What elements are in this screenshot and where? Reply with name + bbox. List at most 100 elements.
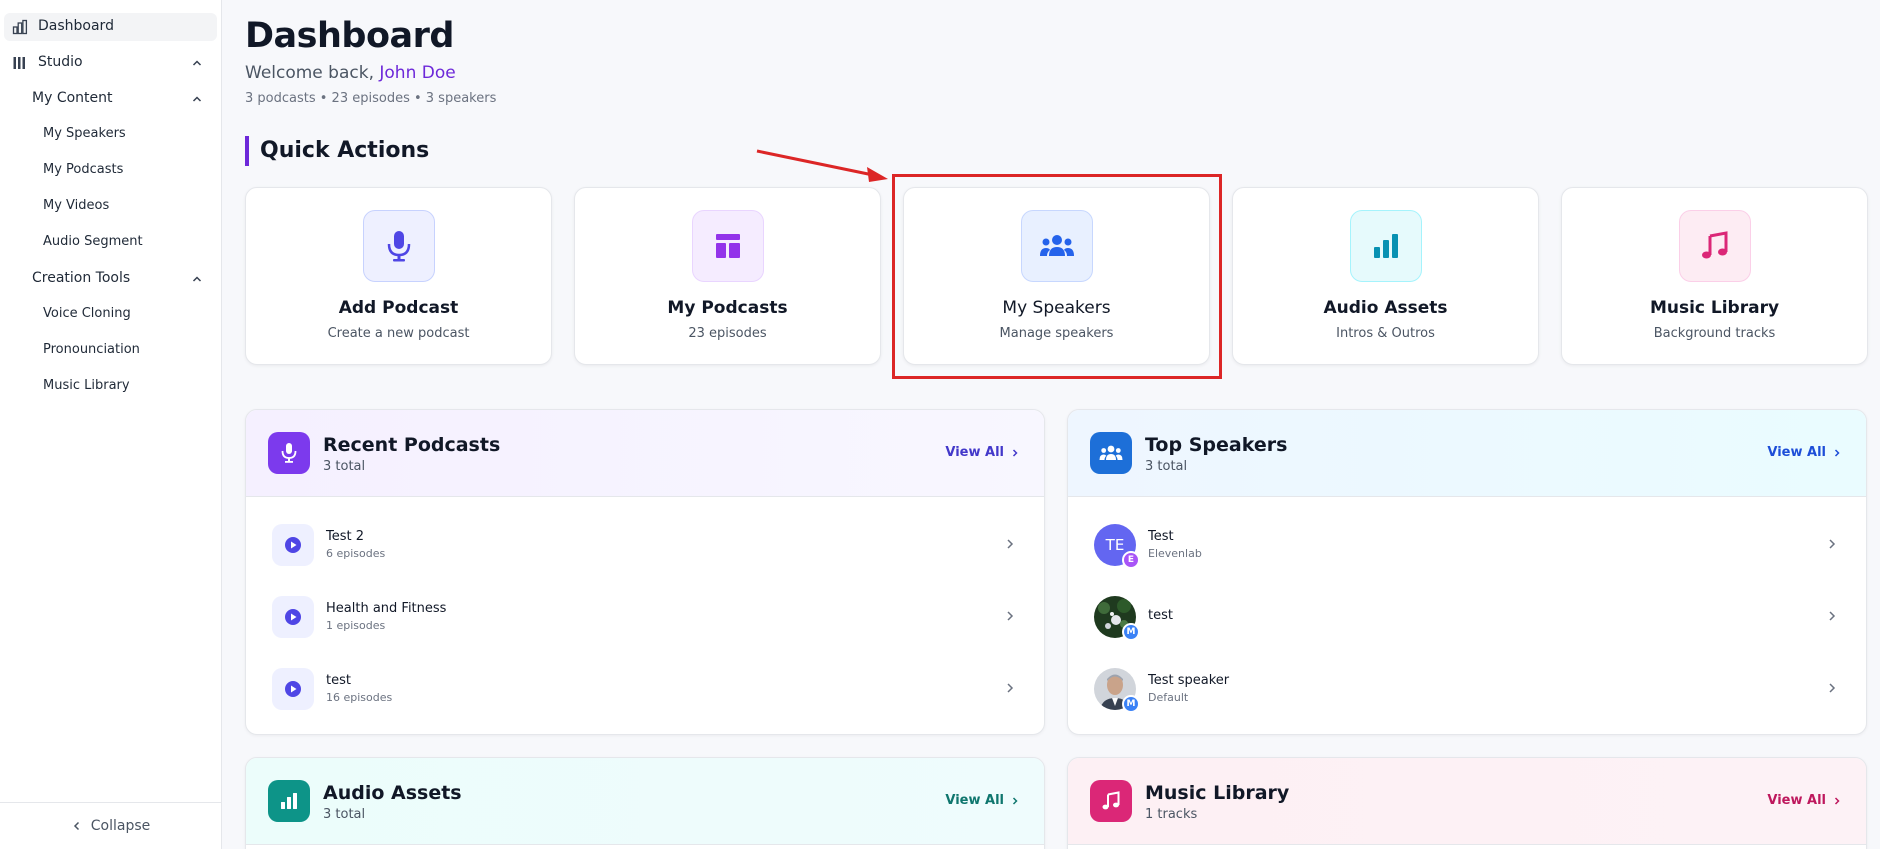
list-item[interactable]: M test (1068, 581, 1866, 653)
list-item[interactable]: Test 2 6 episodes (246, 509, 1044, 581)
podcast-title: test (326, 673, 351, 688)
podcast-episodes: 1 episodes (326, 619, 386, 632)
stats-summary: 3 podcasts • 23 episodes • 3 speakers (245, 91, 497, 106)
speaker-provider: Default (1148, 691, 1189, 704)
panel-header: Recent Podcasts 3 total View All (246, 410, 1044, 497)
collapse-label: Collapse (90, 818, 151, 834)
provider-badge: M (1122, 695, 1140, 713)
quick-action-music-library[interactable]: Music Library Background tracks (1561, 187, 1868, 365)
panel-header: Top Speakers 3 total View All (1068, 410, 1866, 497)
panel-header: Music Library 1 tracks View All (1068, 758, 1866, 845)
view-all-label: View All (1767, 793, 1826, 808)
audio-assets-panel: Audio Assets 3 total View All (245, 757, 1045, 849)
chevron-right-icon (1829, 683, 1836, 693)
speaker-name: test (1148, 608, 1173, 623)
podcast-title: Test 2 (326, 529, 365, 544)
sidebar-item-label: Audio Segment (43, 234, 143, 249)
welcome-prefix: Welcome back, (245, 63, 374, 83)
bar-chart-icon (1350, 210, 1422, 282)
collapse-button[interactable]: Collapse (0, 813, 221, 839)
chevron-right-icon (1012, 796, 1018, 805)
card-title: Audio Assets (1323, 298, 1448, 318)
view-all-link[interactable]: View All (945, 793, 1020, 808)
list-item[interactable]: Health and Fitness 1 episodes (246, 581, 1044, 653)
view-all-link[interactable]: View All (1767, 793, 1842, 808)
sidebar-item-label: Pronounciation (43, 342, 140, 357)
sidebar-item-label: My Videos (43, 198, 110, 213)
quick-action-my-speakers[interactable]: My Speakers Manage speakers (903, 187, 1210, 365)
list-item[interactable]: test 16 episodes (246, 653, 1044, 725)
sidebar-item-creation-tools[interactable]: Creation Tools (4, 265, 217, 293)
panel-subtitle: 3 total (1145, 459, 1188, 474)
quick-action-audio-assets[interactable]: Audio Assets Intros & Outros (1232, 187, 1539, 365)
podcast-episodes: 16 episodes (326, 691, 393, 704)
sidebar-item-label: Studio (38, 54, 83, 70)
chevron-right-icon (1007, 683, 1014, 693)
panel-subtitle: 1 tracks (1145, 807, 1198, 822)
sidebar: Dashboard Studio My Content My Speakers … (0, 0, 222, 849)
panel-subtitle: 3 total (323, 807, 366, 822)
card-subtitle: Background tracks (1653, 326, 1776, 341)
page-title: Dashboard (245, 16, 454, 56)
view-all-label: View All (1767, 445, 1826, 460)
panel-header: Audio Assets 3 total View All (246, 758, 1044, 845)
quick-actions-title: Quick Actions (245, 136, 429, 166)
sidebar-item-my-videos[interactable]: My Videos (4, 193, 217, 221)
users-icon (1090, 432, 1132, 474)
card-title: Music Library (1649, 298, 1780, 318)
card-subtitle: Intros & Outros (1336, 326, 1435, 341)
library-icon (13, 57, 25, 69)
sidebar-item-dashboard[interactable]: Dashboard (4, 13, 217, 41)
sidebar-item-label: Creation Tools (32, 270, 131, 286)
speaker-name: Test (1148, 529, 1174, 544)
sidebar-item-label: My Speakers (43, 126, 126, 141)
provider-badge: M (1122, 623, 1140, 641)
list-item[interactable]: TE E Test Elevenlab (1068, 509, 1866, 581)
list-item[interactable]: M Test speaker Default (1068, 653, 1866, 725)
sidebar-item-music-library[interactable]: Music Library (4, 373, 217, 401)
users-icon (1021, 210, 1093, 282)
bar-chart-icon (12, 19, 28, 35)
sidebar-item-my-content[interactable]: My Content (4, 85, 217, 113)
chevron-right-icon (1007, 611, 1014, 621)
chevron-up-icon (192, 276, 202, 282)
microphone-icon (363, 210, 435, 282)
panel-title: Audio Assets (323, 782, 462, 804)
avatar: M (1094, 668, 1140, 713)
music-note-icon (1090, 780, 1132, 822)
panel-title: Recent Podcasts (323, 434, 501, 456)
sidebar-item-my-speakers[interactable]: My Speakers (4, 121, 217, 149)
recent-podcasts-panel: Recent Podcasts 3 total View All Test 2 … (245, 409, 1045, 735)
sidebar-item-label: My Content (32, 90, 113, 106)
view-all-label: View All (945, 445, 1004, 460)
view-all-label: View All (945, 793, 1004, 808)
quick-action-my-podcasts[interactable]: My Podcasts 23 episodes (574, 187, 881, 365)
music-library-panel: Music Library 1 tracks View All (1067, 757, 1867, 849)
sidebar-item-studio[interactable]: Studio (4, 49, 217, 77)
chevron-left-icon (73, 821, 79, 831)
card-subtitle: Create a new podcast (327, 326, 470, 341)
view-all-link[interactable]: View All (1767, 445, 1842, 460)
sidebar-item-audio-segment[interactable]: Audio Segment (4, 229, 217, 257)
avatar: TE E (1094, 524, 1140, 569)
play-icon (272, 524, 314, 566)
chevron-right-icon (1012, 448, 1018, 457)
layout-icon (692, 210, 764, 282)
sidebar-item-label: My Podcasts (43, 162, 124, 177)
chevron-up-icon (192, 96, 202, 102)
panel-title: Music Library (1145, 782, 1290, 804)
chevron-up-icon (192, 60, 202, 66)
play-icon (272, 596, 314, 638)
chevron-right-icon (1834, 448, 1840, 457)
sidebar-item-pronounciation[interactable]: Pronounciation (4, 337, 217, 365)
microphone-icon (268, 432, 310, 474)
avatar: M (1094, 596, 1140, 641)
podcast-title: Health and Fitness (326, 601, 447, 616)
view-all-link[interactable]: View All (945, 445, 1020, 460)
main-content: Dashboard Welcome back, John Doe 3 podca… (245, 0, 1880, 849)
sidebar-item-my-podcasts[interactable]: My Podcasts (4, 157, 217, 185)
quick-action-add-podcast[interactable]: Add Podcast Create a new podcast (245, 187, 552, 365)
provider-badge: E (1122, 551, 1140, 569)
sidebar-item-voice-cloning[interactable]: Voice Cloning (4, 301, 217, 329)
podcast-episodes: 6 episodes (326, 547, 386, 560)
